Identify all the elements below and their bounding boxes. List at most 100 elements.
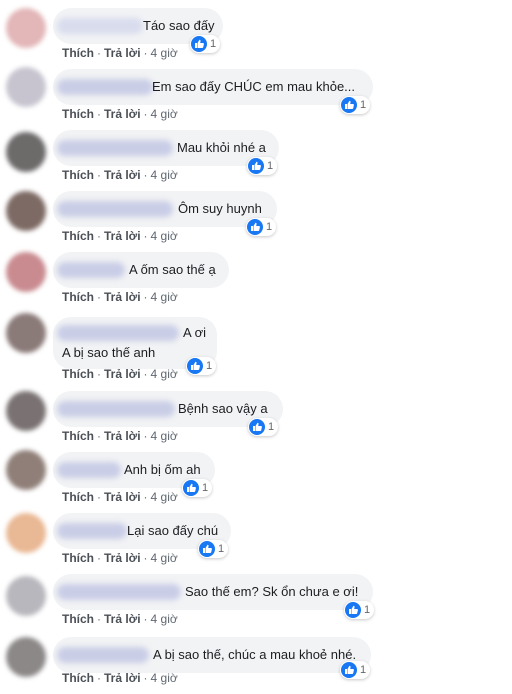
separator: · bbox=[97, 367, 101, 381]
reply-button[interactable]: Trả lời bbox=[104, 367, 141, 381]
separator: · bbox=[143, 551, 148, 565]
like-thumb-icon bbox=[341, 97, 357, 113]
commenter-name[interactable] bbox=[57, 79, 153, 95]
timestamp[interactable]: 4 giờ bbox=[151, 551, 178, 565]
commenter-name[interactable] bbox=[57, 401, 175, 417]
reaction-count[interactable]: 1 bbox=[198, 540, 229, 558]
reaction-count[interactable]: 1 bbox=[246, 218, 277, 236]
avatar[interactable] bbox=[6, 391, 46, 431]
like-count: 1 bbox=[202, 482, 209, 494]
timestamp[interactable]: 4 giờ bbox=[151, 46, 178, 60]
reply-button[interactable]: Trả lời bbox=[104, 671, 141, 685]
reaction-count[interactable]: 1 bbox=[344, 601, 375, 619]
commenter-name[interactable] bbox=[57, 647, 149, 663]
like-button[interactable]: Thích bbox=[62, 551, 94, 565]
timestamp[interactable]: 4 giờ bbox=[151, 367, 178, 381]
avatar[interactable] bbox=[6, 191, 46, 231]
comment-bubble: Mau khỏi nhé a bbox=[53, 130, 279, 166]
commenter-name[interactable] bbox=[57, 523, 127, 539]
comment-text: Bệnh sao vậy a bbox=[178, 401, 268, 416]
reaction-count[interactable]: 1 bbox=[248, 418, 279, 436]
reaction-count[interactable]: 1 bbox=[190, 35, 221, 53]
comment-bubble: A ốm sao thế ạ bbox=[53, 252, 229, 288]
like-thumb-icon bbox=[345, 602, 361, 618]
reaction-count[interactable]: 1 bbox=[182, 479, 213, 497]
like-button[interactable]: Thích bbox=[62, 490, 94, 504]
comment-item: Anh bị ốm ah 1 Thích · Trả lời · 4 giờ bbox=[0, 446, 512, 507]
comment-actions: Thích · Trả lời · 4 giờ bbox=[62, 671, 178, 685]
commenter-name[interactable] bbox=[57, 262, 125, 278]
like-button[interactable]: Thích bbox=[62, 290, 94, 304]
like-button[interactable]: Thích bbox=[62, 367, 94, 381]
separator: · bbox=[97, 107, 101, 121]
reply-button[interactable]: Trả lời bbox=[104, 168, 141, 182]
reply-button[interactable]: Trả lời bbox=[104, 229, 141, 243]
like-button[interactable]: Thích bbox=[62, 671, 94, 685]
comment-item: Mau khỏi nhé a 1 Thích · Trả lời · 4 giờ bbox=[0, 124, 512, 185]
avatar[interactable] bbox=[6, 252, 46, 292]
reply-button[interactable]: Trả lời bbox=[104, 551, 141, 565]
like-count: 1 bbox=[218, 543, 225, 555]
reply-button[interactable]: Trả lời bbox=[104, 46, 141, 60]
reply-button[interactable]: Trả lời bbox=[104, 612, 141, 626]
separator: · bbox=[97, 671, 101, 685]
comment-text: Ôm suy huynh bbox=[178, 201, 262, 216]
avatar[interactable] bbox=[6, 313, 46, 353]
avatar[interactable] bbox=[6, 450, 46, 490]
like-thumb-icon bbox=[247, 219, 263, 235]
comment-item: Lại sao đấy chú 1 Thích · Trả lời · 4 giờ bbox=[0, 507, 512, 568]
like-button[interactable]: Thích bbox=[62, 107, 94, 121]
reaction-count[interactable]: 1 bbox=[186, 357, 217, 375]
reaction-count[interactable]: 1 bbox=[340, 661, 371, 679]
avatar[interactable] bbox=[6, 67, 46, 107]
separator: · bbox=[97, 429, 101, 443]
timestamp[interactable]: 4 giờ bbox=[151, 429, 178, 443]
like-count: 1 bbox=[268, 421, 275, 433]
reply-button[interactable]: Trả lời bbox=[104, 429, 141, 443]
timestamp[interactable]: 4 giờ bbox=[151, 671, 178, 685]
comment-text: Em sao đấy CHÚC em mau khỏe... bbox=[152, 79, 356, 94]
timestamp[interactable]: 4 giờ bbox=[151, 490, 178, 504]
comment-actions: Thích · Trả lời · 4 giờ bbox=[62, 551, 178, 565]
avatar[interactable] bbox=[6, 576, 46, 616]
commenter-name[interactable] bbox=[57, 325, 179, 341]
avatar[interactable] bbox=[6, 513, 46, 553]
comment-actions: Thích · Trả lời · 4 giờ bbox=[62, 107, 178, 121]
commenter-name[interactable] bbox=[57, 462, 121, 478]
reply-button[interactable]: Trả lời bbox=[104, 490, 141, 504]
commenter-name[interactable] bbox=[57, 584, 181, 600]
timestamp[interactable]: 4 giờ bbox=[151, 107, 178, 121]
comment-actions: Thích · Trả lời · 4 giờ bbox=[62, 429, 178, 443]
reply-button[interactable]: Trả lời bbox=[104, 290, 141, 304]
reaction-count[interactable]: 1 bbox=[340, 96, 371, 114]
like-button[interactable]: Thích bbox=[62, 229, 94, 243]
timestamp[interactable]: 4 giờ bbox=[151, 229, 178, 243]
reply-button[interactable]: Trả lời bbox=[104, 107, 141, 121]
separator: · bbox=[143, 429, 148, 443]
timestamp[interactable]: 4 giờ bbox=[151, 168, 178, 182]
separator: · bbox=[97, 490, 101, 504]
like-button[interactable]: Thích bbox=[62, 46, 94, 60]
comment-item: Em sao đấy CHÚC em mau khỏe... 1 Thích · T… bbox=[0, 63, 512, 124]
timestamp[interactable]: 4 giờ bbox=[151, 290, 178, 304]
like-button[interactable]: Thích bbox=[62, 168, 94, 182]
comment-actions: Thích · Trả lời · 4 giờ bbox=[62, 290, 178, 304]
commenter-name[interactable] bbox=[57, 201, 173, 217]
separator: · bbox=[97, 229, 101, 243]
timestamp[interactable]: 4 giờ bbox=[151, 612, 178, 626]
separator: · bbox=[143, 490, 148, 504]
commenter-name[interactable] bbox=[57, 140, 173, 156]
avatar[interactable] bbox=[6, 132, 46, 172]
like-button[interactable]: Thích bbox=[62, 612, 94, 626]
comment-actions: Thích · Trả lời · 4 giờ bbox=[62, 229, 178, 243]
like-button[interactable]: Thích bbox=[62, 429, 94, 443]
commenter-name[interactable] bbox=[57, 18, 143, 34]
avatar[interactable] bbox=[6, 8, 46, 48]
reaction-count[interactable]: 1 bbox=[247, 157, 278, 175]
separator: · bbox=[143, 367, 148, 381]
comment-text: Anh bị ốm ah bbox=[124, 462, 201, 477]
avatar[interactable] bbox=[6, 637, 46, 677]
comment-actions: Thích · Trả lời · 4 giờ bbox=[62, 46, 178, 60]
like-count: 1 bbox=[267, 160, 274, 172]
separator: · bbox=[143, 612, 148, 626]
